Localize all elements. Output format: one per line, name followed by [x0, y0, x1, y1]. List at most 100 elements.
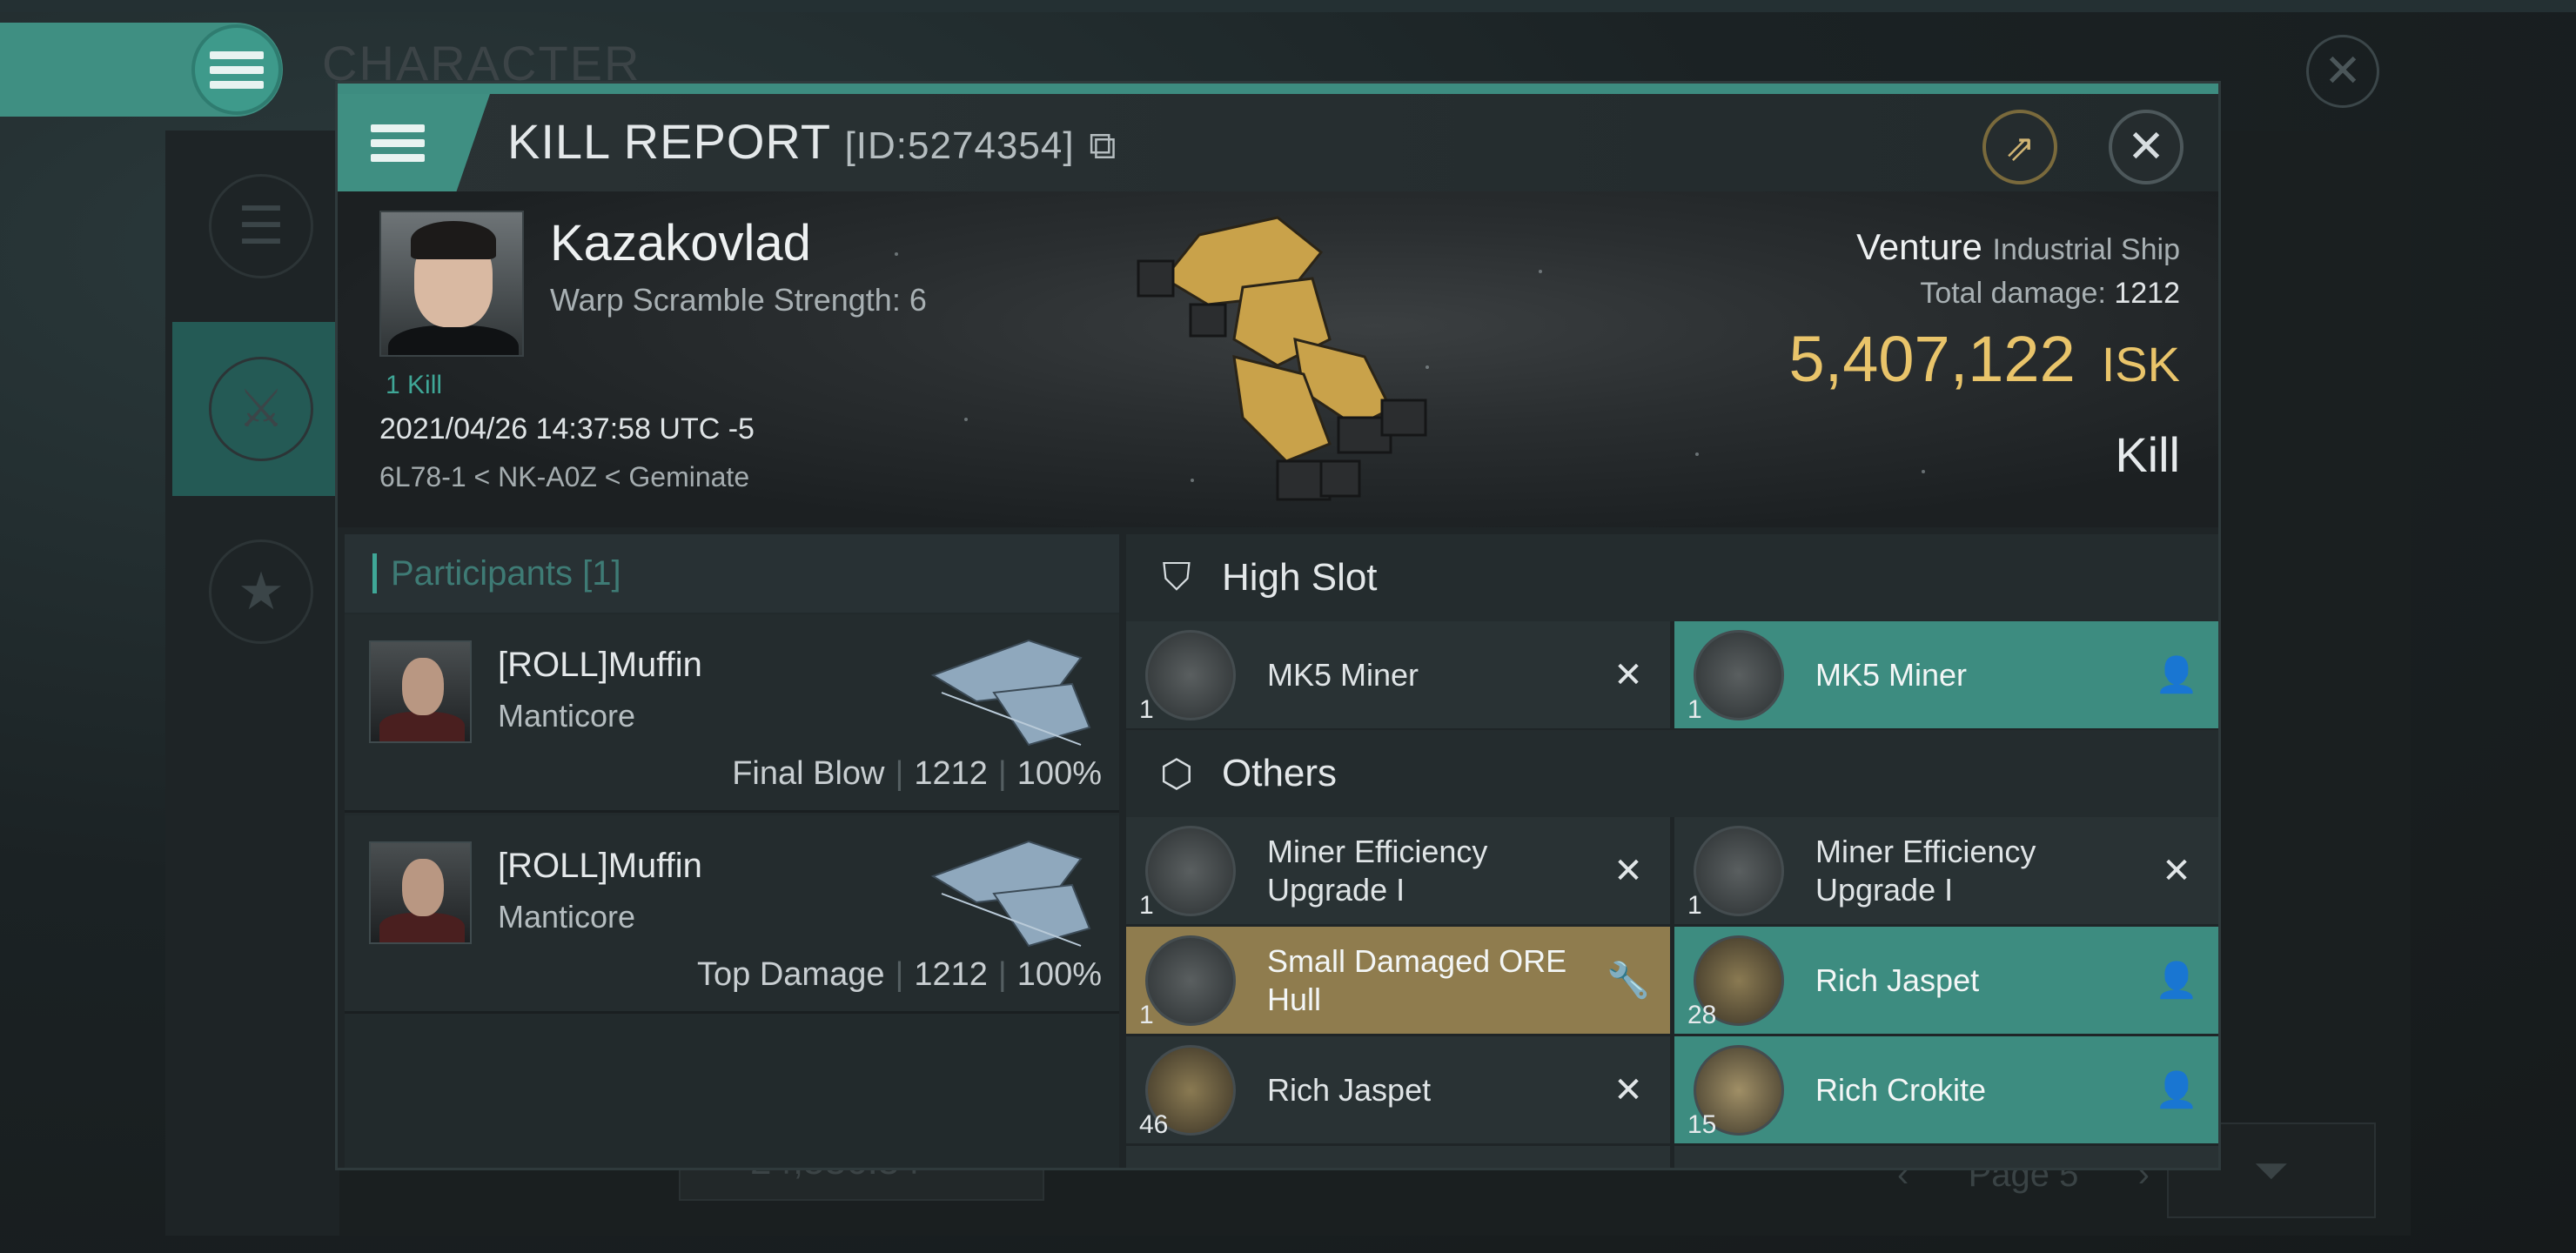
item-qty: 1 — [1139, 694, 1154, 724]
item-icon: 1 — [1139, 629, 1236, 724]
item-name: Small Damaged ORE Hull — [1267, 942, 1567, 1017]
participants-title: Participants [1] — [391, 553, 621, 593]
total-damage-value: 1212 — [2114, 277, 2180, 310]
participants-header: Participants [1] — [345, 534, 1119, 613]
high-slot-title: High Slot — [1222, 556, 1378, 599]
participant-stats: Final Blow | 1212 | 100% — [732, 755, 1102, 792]
participant-damage: 1212 — [914, 956, 988, 993]
item-cell[interactable]: 1 MK5 Miner 👤 — [1674, 621, 2218, 728]
close-icon: ✕ — [2162, 851, 2191, 890]
victim-ship[interactable]: Venture Industrial Ship — [1856, 226, 2180, 268]
item-cell[interactable]: 1 Miner Efficiency Upgrade I ✕ — [1674, 817, 2218, 924]
filter-icon: ⏷ — [2254, 1145, 2289, 1195]
item-name: Miner Efficiency Upgrade I — [1815, 833, 2036, 908]
external-link-icon: ⇗ — [2004, 126, 2036, 168]
item-qty: 1 — [1687, 694, 1702, 724]
list-icon[interactable]: ☰ — [209, 174, 313, 278]
item-qty: 46 — [1139, 1109, 1169, 1139]
window-accent-line — [338, 84, 2218, 94]
item-cell-partial[interactable] — [1126, 1146, 1670, 1168]
total-damage: Total damage: 1212 — [1920, 277, 2180, 311]
person-icon: 👤 — [2155, 962, 2198, 1000]
participant-name: [ROLL]Muffin — [498, 646, 702, 684]
copy-icon[interactable]: ⧉ — [1089, 124, 1117, 167]
window-title: KILL REPORT [ID:5274354] ⧉ — [507, 113, 1117, 170]
participant-ship-image — [930, 639, 1091, 747]
ship-name: Venture — [1856, 226, 1982, 267]
result-label: Kill — [2115, 427, 2180, 482]
participant-name: [ROLL]Muffin — [498, 847, 702, 885]
participant-avatar — [369, 640, 472, 743]
item-name: Rich Crokite — [1815, 1071, 1987, 1108]
item-icon: 1 — [1687, 825, 1784, 920]
victim-name[interactable]: Kazakovlad — [550, 214, 811, 272]
item-icon: 46 — [1139, 1044, 1236, 1139]
kill-location[interactable]: 6L78-1 < NK-A0Z < Geminate — [379, 461, 749, 493]
item-cell-partial[interactable] — [1674, 1146, 2218, 1168]
window-title-text: KILL REPORT — [507, 114, 831, 169]
item-qty: 28 — [1687, 1000, 1717, 1029]
participant-ship: Manticore — [498, 899, 636, 935]
item-cell[interactable]: 1 Small Damaged ORE Hull 🔧 — [1126, 927, 1670, 1034]
isk-unit: ISK — [2101, 337, 2180, 392]
item-qty: 15 — [1687, 1109, 1717, 1139]
ship-class: Industrial Ship — [1992, 233, 2180, 266]
item-name: Rich Jaspet — [1815, 962, 1980, 998]
person-icon: 👤 — [2155, 656, 2198, 694]
person-icon: 👤 — [2155, 1071, 2198, 1109]
participant-row[interactable]: [ROLL]Muffin Manticore Top Damage | 1212 | 1… — [345, 815, 1119, 1014]
star-badge-icon[interactable]: ★ — [209, 539, 313, 644]
participant-row[interactable]: [ROLL]Muffin Manticore Final Blow | 1212 | 1… — [345, 614, 1119, 813]
high-slot-header: ⛉ High Slot — [1126, 534, 2218, 621]
participant-role: Final Blow — [732, 755, 885, 792]
close-icon: ✕ — [1613, 851, 1643, 890]
others-header: ⬡ Others — [1126, 730, 2218, 817]
report-id: [ID:5274354] — [844, 124, 1075, 167]
total-damage-label: Total damage: — [1920, 277, 2106, 310]
item-name: MK5 Miner — [1815, 656, 1968, 693]
item-icon: 28 — [1687, 935, 1784, 1029]
item-cell[interactable]: 15 Rich Crokite 👤 — [1674, 1036, 2218, 1143]
victim-ship-image — [1137, 216, 1427, 501]
share-button[interactable]: ⇗ — [1982, 110, 2057, 184]
item-name: MK5 Miner — [1267, 656, 1419, 693]
others-title: Others — [1222, 752, 1338, 794]
item-cell[interactable]: 46 Rich Jaspet ✕ — [1126, 1036, 1670, 1143]
kill-report-window: KILL REPORT [ID:5274354] ⧉ ⇗ ✕ Kazakovla… — [335, 81, 2221, 1170]
participant-percent: 100% — [1016, 956, 1102, 993]
wrench-icon: 🔧 — [1607, 962, 1650, 1000]
victim-portrait[interactable] — [379, 211, 524, 357]
participant-damage: 1212 — [914, 755, 988, 792]
item-icon: 1 — [1139, 825, 1236, 920]
participant-stats: Top Damage | 1212 | 100% — [697, 956, 1102, 993]
participant-ship: Manticore — [498, 698, 636, 734]
kill-datetime: 2021/04/26 14:37:58 UTC -5 — [379, 412, 755, 446]
high-slot-icon: ⛉ — [1162, 556, 1191, 599]
victim-summary: Kazakovlad Warp Scramble Strength: 6 1 K… — [338, 191, 2218, 527]
close-icon: ✕ — [2127, 122, 2165, 172]
item-icon: 15 — [1687, 1044, 1784, 1139]
item-cell[interactable]: 1 MK5 Miner ✕ — [1126, 621, 1670, 728]
close-icon: ✕ — [1613, 655, 1643, 694]
participant-percent: 100% — [1016, 755, 1102, 792]
background-sidebar — [165, 131, 339, 1236]
item-qty: 1 — [1687, 890, 1702, 920]
close-icon: ✕ — [1613, 1070, 1643, 1109]
hamburger-icon — [210, 44, 264, 96]
background-close-button[interactable]: ✕ — [2306, 35, 2379, 108]
item-cell[interactable]: 28 Rich Jaspet 👤 — [1674, 927, 2218, 1034]
kill-count: 1 Kill — [386, 371, 443, 399]
top-strip — [0, 0, 2576, 12]
item-cell[interactable]: 1 Miner Efficiency Upgrade I ✕ — [1126, 817, 1670, 924]
item-name: Rich Jaspet — [1267, 1071, 1432, 1108]
cube-icon: ⬡ — [1159, 752, 1194, 795]
crossed-swords-icon[interactable]: ⚔ — [209, 357, 313, 461]
main-menu-button[interactable] — [191, 24, 282, 115]
item-icon: 1 — [1687, 629, 1784, 724]
close-button[interactable]: ✕ — [2109, 110, 2184, 184]
hamburger-icon — [371, 117, 425, 169]
item-qty: 1 — [1139, 890, 1154, 920]
warp-scramble: Warp Scramble Strength: 6 — [550, 282, 927, 318]
isk-amount: 5,407,122 — [1788, 323, 2076, 395]
participant-ship-image — [930, 840, 1091, 948]
